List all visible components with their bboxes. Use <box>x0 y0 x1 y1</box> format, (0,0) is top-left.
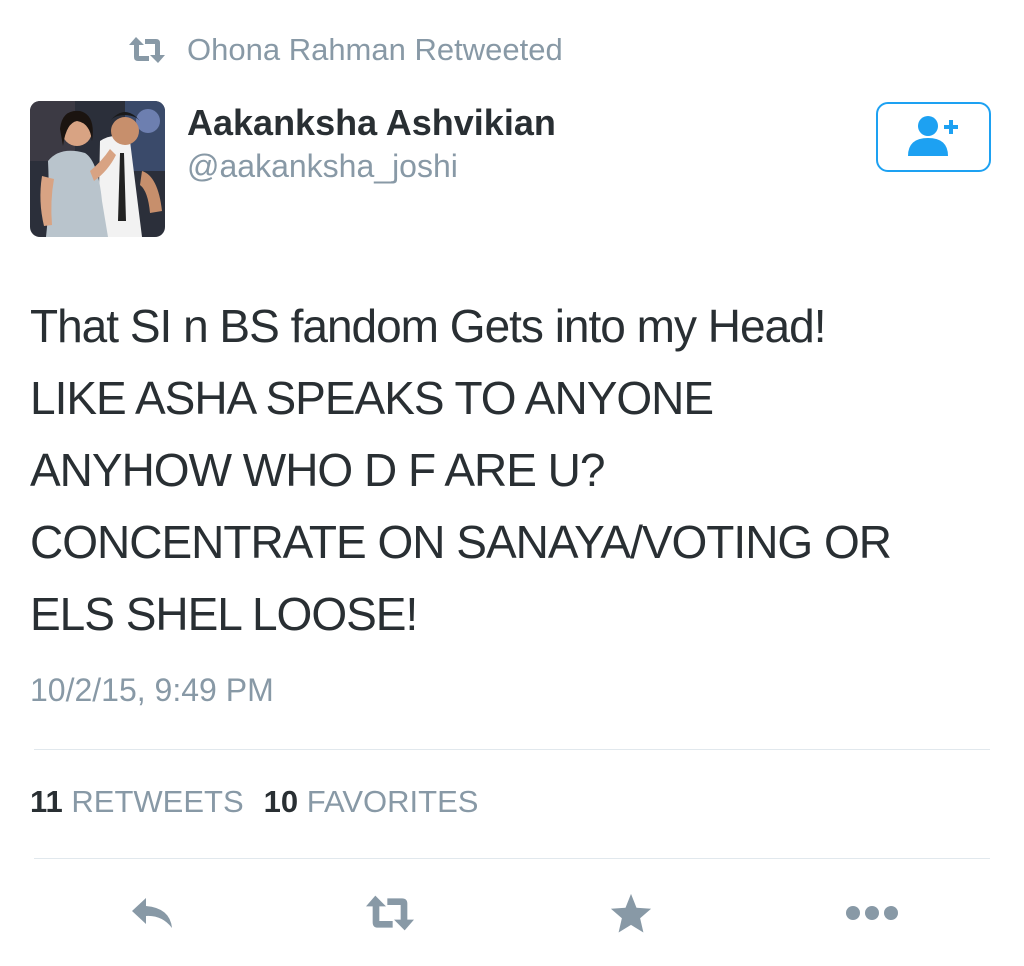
author-name[interactable]: Aakanksha Ashvikian <box>187 102 556 144</box>
avatar[interactable] <box>30 101 165 237</box>
more-dots-icon <box>846 906 898 920</box>
divider <box>34 858 990 859</box>
retweets-label: RETWEETS <box>71 784 244 819</box>
author-handle[interactable]: @aakanksha_joshi <box>187 148 458 185</box>
favorites-label: FAVORITES <box>306 784 479 819</box>
retweet-icon <box>129 37 165 63</box>
favorites-count: 10 <box>263 784 299 819</box>
tweet-line: CONCENTRATE ON SANAYA/VOTING OR <box>30 516 892 568</box>
profile-photo <box>30 101 165 237</box>
tweet-line: ELS SHEL LOOSE! <box>30 588 418 640</box>
star-icon <box>610 893 652 933</box>
retweets-stat[interactable]: 11 RETWEETS <box>30 784 244 820</box>
reply-icon <box>132 898 172 928</box>
retweet-button[interactable] <box>362 888 418 938</box>
retweets-count: 11 <box>30 784 63 819</box>
retweet-context-label: Ohona Rahman Retweeted <box>187 32 563 67</box>
favorites-stat[interactable]: 10 FAVORITES <box>264 784 479 820</box>
tweet-text: That SI n BS fandom Gets into my Head! L… <box>30 290 1000 650</box>
follow-button[interactable] <box>876 102 991 172</box>
more-button[interactable] <box>844 888 900 938</box>
tweet-stats: 11 RETWEETS 10 FAVORITES <box>30 784 478 820</box>
tweet-line: LIKE ASHA SPEAKS TO ANYONE <box>30 372 714 424</box>
divider <box>34 749 990 750</box>
favorite-button[interactable] <box>608 888 654 938</box>
retweet-context[interactable]: Ohona Rahman Retweeted <box>127 30 563 70</box>
follow-user-plus-icon <box>907 116 958 156</box>
tweet-line: ANYHOW WHO D F ARE U? <box>30 444 605 496</box>
reply-button[interactable] <box>128 888 178 938</box>
retweet-icon <box>366 895 414 931</box>
tweet-timestamp: 10/2/15, 9:49 PM <box>30 672 274 708</box>
tweet-line: That SI n BS fandom Gets into my Head! <box>30 300 827 352</box>
